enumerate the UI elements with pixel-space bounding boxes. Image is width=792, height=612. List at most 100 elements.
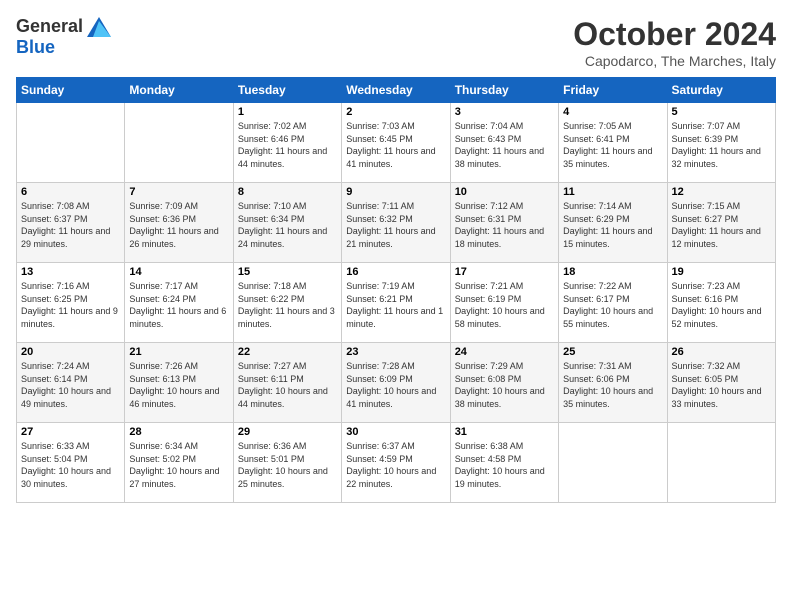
calendar-cell: 7Sunrise: 7:09 AM Sunset: 6:36 PM Daylig…	[125, 183, 233, 263]
calendar-cell	[667, 423, 775, 503]
calendar-cell: 31Sunrise: 6:38 AM Sunset: 4:58 PM Dayli…	[450, 423, 558, 503]
day-info: Sunrise: 7:32 AM Sunset: 6:05 PM Dayligh…	[672, 360, 771, 410]
day-number: 6	[21, 186, 120, 198]
header-cell-monday: Monday	[125, 78, 233, 103]
day-info: Sunrise: 7:08 AM Sunset: 6:37 PM Dayligh…	[21, 200, 120, 250]
day-number: 21	[129, 346, 228, 358]
month-title: October 2024	[573, 16, 776, 53]
calendar-cell: 10Sunrise: 7:12 AM Sunset: 6:31 PM Dayli…	[450, 183, 558, 263]
day-number: 23	[346, 346, 445, 358]
logo-icon	[87, 17, 111, 37]
calendar-cell: 12 Sunrise: 7:15 AM Sunset: 6:27 PM Dayli…	[667, 183, 775, 263]
day-info: Sunrise: 7:11 AM Sunset: 6:32 PM Dayligh…	[346, 200, 445, 250]
calendar-week-2: 6 Sunrise: 7:08 AM Sunset: 6:37 PM Daylig…	[17, 183, 776, 263]
calendar-cell	[125, 103, 233, 183]
day-info: Sunrise: 7:26 AM Sunset: 6:13 PM Dayligh…	[129, 360, 228, 410]
day-number: 3	[455, 106, 554, 118]
header-cell-thursday: Thursday	[450, 78, 558, 103]
day-info: Sunrise: 7:31 AM Sunset: 6:06 PM Dayligh…	[563, 360, 662, 410]
calendar-cell: 13Sunrise: 7:16 AM Sunset: 6:25 PM Dayli…	[17, 263, 125, 343]
header-cell-saturday: Saturday	[667, 78, 775, 103]
day-number: 8	[238, 186, 337, 198]
calendar-cell: 18 Sunrise: 7:22 AM Sunset: 6:17 PM Dayli…	[559, 263, 667, 343]
day-info: Sunrise: 7:22 AM Sunset: 6:17 PM Dayligh…	[563, 280, 662, 330]
header-cell-sunday: Sunday	[17, 78, 125, 103]
day-info: Sunrise: 7:05 AM Sunset: 6:41 PM Dayligh…	[563, 120, 662, 170]
day-info: Sunrise: 7:21 AM Sunset: 6:19 PM Dayligh…	[455, 280, 554, 330]
calendar-cell	[17, 103, 125, 183]
day-info: Sunrise: 7:23 AM Sunset: 6:16 PM Dayligh…	[672, 280, 771, 330]
day-info: Sunrise: 6:37 AM Sunset: 4:59 PM Dayligh…	[346, 440, 445, 490]
calendar-cell: 15 Sunrise: 7:18 AM Sunset: 6:22 PM Dayli…	[233, 263, 341, 343]
calendar-week-4: 20Sunrise: 7:24 AM Sunset: 6:14 PM Dayli…	[17, 343, 776, 423]
page-header: General Blue October 2024 Capodarco, The…	[16, 16, 776, 69]
calendar-cell: 4 Sunrise: 7:05 AM Sunset: 6:41 PM Daylig…	[559, 103, 667, 183]
day-number: 29	[238, 426, 337, 438]
day-number: 31	[455, 426, 554, 438]
day-info: Sunrise: 7:19 AM Sunset: 6:21 PM Dayligh…	[346, 280, 445, 330]
calendar-cell: 6 Sunrise: 7:08 AM Sunset: 6:37 PM Daylig…	[17, 183, 125, 263]
calendar-cell: 29 Sunrise: 6:36 AM Sunset: 5:01 PM Dayli…	[233, 423, 341, 503]
calendar-cell: 25 Sunrise: 7:31 AM Sunset: 6:06 PM Dayli…	[559, 343, 667, 423]
day-number: 17	[455, 266, 554, 278]
calendar-table: SundayMondayTuesdayWednesdayThursdayFrid…	[16, 77, 776, 503]
location-title: Capodarco, The Marches, Italy	[573, 53, 776, 69]
logo: General Blue	[16, 16, 111, 58]
day-number: 15	[238, 266, 337, 278]
day-number: 27	[21, 426, 120, 438]
day-number: 12	[672, 186, 771, 198]
day-number: 14	[129, 266, 228, 278]
day-info: Sunrise: 7:28 AM Sunset: 6:09 PM Dayligh…	[346, 360, 445, 410]
day-number: 10	[455, 186, 554, 198]
calendar-cell: 2 Sunrise: 7:03 AM Sunset: 6:45 PM Daylig…	[342, 103, 450, 183]
day-info: Sunrise: 6:33 AM Sunset: 5:04 PM Dayligh…	[21, 440, 120, 490]
day-number: 16	[346, 266, 445, 278]
day-info: Sunrise: 7:03 AM Sunset: 6:45 PM Dayligh…	[346, 120, 445, 170]
day-info: Sunrise: 7:04 AM Sunset: 6:43 PM Dayligh…	[455, 120, 554, 170]
calendar-cell: 3 Sunrise: 7:04 AM Sunset: 6:43 PM Daylig…	[450, 103, 558, 183]
calendar-cell: 24Sunrise: 7:29 AM Sunset: 6:08 PM Dayli…	[450, 343, 558, 423]
calendar-cell	[559, 423, 667, 503]
day-info: Sunrise: 7:10 AM Sunset: 6:34 PM Dayligh…	[238, 200, 337, 250]
calendar-cell: 11Sunrise: 7:14 AM Sunset: 6:29 PM Dayli…	[559, 183, 667, 263]
day-number: 5	[672, 106, 771, 118]
calendar-cell: 27 Sunrise: 6:33 AM Sunset: 5:04 PM Dayli…	[17, 423, 125, 503]
calendar-cell: 30Sunrise: 6:37 AM Sunset: 4:59 PM Dayli…	[342, 423, 450, 503]
calendar-cell: 17 Sunrise: 7:21 AM Sunset: 6:19 PM Dayli…	[450, 263, 558, 343]
day-info: Sunrise: 7:15 AM Sunset: 6:27 PM Dayligh…	[672, 200, 771, 250]
header-row: SundayMondayTuesdayWednesdayThursdayFrid…	[17, 78, 776, 103]
day-number: 25	[563, 346, 662, 358]
calendar-cell: 21 Sunrise: 7:26 AM Sunset: 6:13 PM Dayli…	[125, 343, 233, 423]
logo-general-text: General	[16, 16, 83, 37]
day-info: Sunrise: 7:02 AM Sunset: 6:46 PM Dayligh…	[238, 120, 337, 170]
calendar-week-5: 27 Sunrise: 6:33 AM Sunset: 5:04 PM Dayli…	[17, 423, 776, 503]
calendar-cell: 19 Sunrise: 7:23 AM Sunset: 6:16 PM Dayli…	[667, 263, 775, 343]
day-number: 22	[238, 346, 337, 358]
calendar-cell: 9Sunrise: 7:11 AM Sunset: 6:32 PM Daylig…	[342, 183, 450, 263]
calendar-cell: 16 Sunrise: 7:19 AM Sunset: 6:21 PM Dayli…	[342, 263, 450, 343]
day-info: Sunrise: 7:18 AM Sunset: 6:22 PM Dayligh…	[238, 280, 337, 330]
calendar-cell: 28Sunrise: 6:34 AM Sunset: 5:02 PM Dayli…	[125, 423, 233, 503]
calendar-cell: 23 Sunrise: 7:28 AM Sunset: 6:09 PM Dayli…	[342, 343, 450, 423]
day-info: Sunrise: 7:09 AM Sunset: 6:36 PM Dayligh…	[129, 200, 228, 250]
header-cell-tuesday: Tuesday	[233, 78, 341, 103]
day-number: 24	[455, 346, 554, 358]
day-info: Sunrise: 7:24 AM Sunset: 6:14 PM Dayligh…	[21, 360, 120, 410]
calendar-cell: 22Sunrise: 7:27 AM Sunset: 6:11 PM Dayli…	[233, 343, 341, 423]
header-cell-friday: Friday	[559, 78, 667, 103]
day-number: 13	[21, 266, 120, 278]
header-cell-wednesday: Wednesday	[342, 78, 450, 103]
calendar-cell: 20Sunrise: 7:24 AM Sunset: 6:14 PM Dayli…	[17, 343, 125, 423]
calendar-week-3: 13Sunrise: 7:16 AM Sunset: 6:25 PM Dayli…	[17, 263, 776, 343]
day-number: 2	[346, 106, 445, 118]
day-info: Sunrise: 6:36 AM Sunset: 5:01 PM Dayligh…	[238, 440, 337, 490]
day-number: 4	[563, 106, 662, 118]
day-info: Sunrise: 6:34 AM Sunset: 5:02 PM Dayligh…	[129, 440, 228, 490]
calendar-cell: 8 Sunrise: 7:10 AM Sunset: 6:34 PM Daylig…	[233, 183, 341, 263]
calendar-cell: 5Sunrise: 7:07 AM Sunset: 6:39 PM Daylig…	[667, 103, 775, 183]
calendar-cell: 26Sunrise: 7:32 AM Sunset: 6:05 PM Dayli…	[667, 343, 775, 423]
calendar-cell: 1Sunrise: 7:02 AM Sunset: 6:46 PM Daylig…	[233, 103, 341, 183]
logo-blue-text: Blue	[16, 37, 55, 58]
day-number: 19	[672, 266, 771, 278]
day-number: 18	[563, 266, 662, 278]
